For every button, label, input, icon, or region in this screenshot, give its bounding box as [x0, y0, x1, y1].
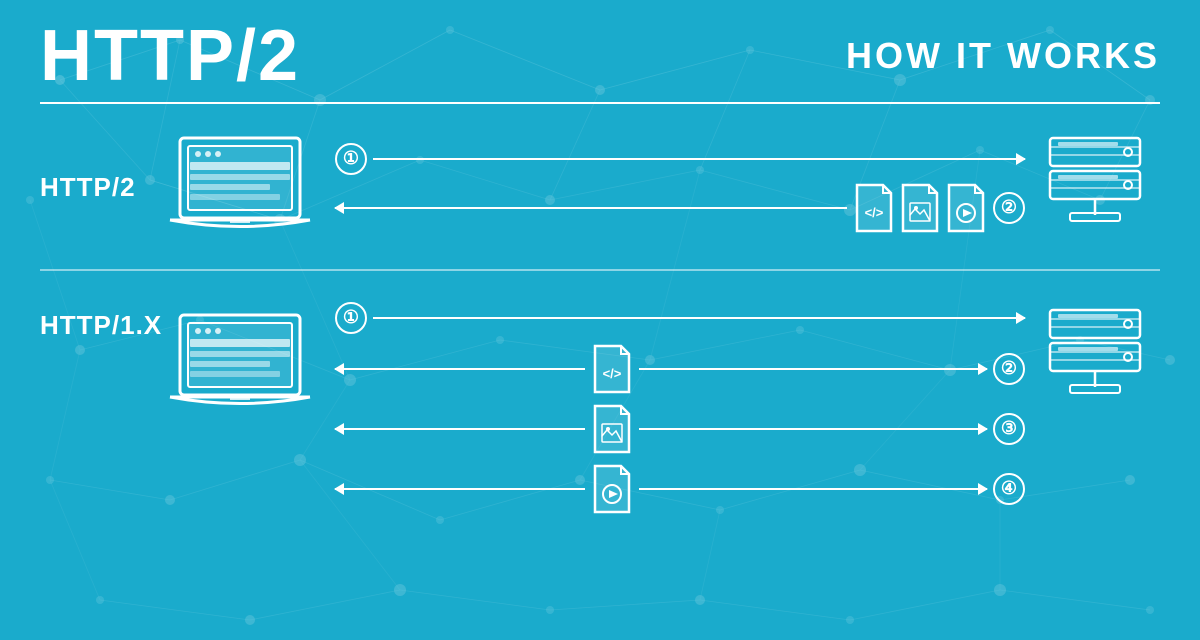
- http2-code-file-icon: </>: [853, 183, 895, 233]
- http1-image-arrow: [335, 428, 585, 430]
- http2-request-row: ①: [335, 143, 1025, 175]
- http1-code-file-icon: </>: [591, 344, 633, 394]
- http1-video-arrow-right: [639, 488, 987, 490]
- http1-video-arrow: [335, 488, 585, 490]
- http1-code-arrow-right: [639, 368, 987, 370]
- http1-image-response-row: ③: [335, 404, 1025, 454]
- http1-section: HTTP/1.X ①: [40, 275, 1160, 535]
- http2-image-file-icon: [899, 183, 941, 233]
- http2-response-arrow: [335, 207, 847, 209]
- http1-arrow-area: ① </> ②: [335, 302, 1025, 514]
- header-divider: [40, 102, 1160, 104]
- http1-code-arrow: [335, 368, 585, 370]
- http2-label: HTTP/2: [40, 172, 160, 203]
- http2-arrow-area: ① </>: [335, 143, 1025, 233]
- http2-section: HTTP/2 ①: [40, 110, 1160, 265]
- svg-text:</>: </>: [865, 205, 884, 220]
- http2-badge-2: ②: [993, 192, 1025, 224]
- section-divider: [40, 269, 1160, 271]
- page: HTTP/2 HOW IT WORKS HTTP/2: [0, 0, 1200, 640]
- http1-badge-1: ①: [335, 302, 367, 334]
- main-title: HTTP/2: [40, 20, 300, 92]
- http2-badge-1: ①: [335, 143, 367, 175]
- http1-image-file-icon: [591, 404, 633, 454]
- http1-badge-3: ③: [993, 413, 1025, 445]
- header: HTTP/2 HOW IT WORKS: [40, 20, 1160, 92]
- http2-laptop-icon: [160, 128, 320, 248]
- http1-laptop-icon: [160, 305, 320, 425]
- http2-server-icon: [1040, 133, 1160, 243]
- http2-video-file-icon: [945, 183, 987, 233]
- http1-code-response-row: </> ②: [335, 344, 1025, 394]
- http1-server-icon: [1040, 305, 1160, 415]
- http1-badge-4: ④: [993, 473, 1025, 505]
- http1-video-response-row: ④: [335, 464, 1025, 514]
- svg-text:</>: </>: [603, 366, 622, 381]
- subtitle: HOW IT WORKS: [846, 35, 1160, 77]
- http2-response-row: </>: [335, 183, 1025, 233]
- http1-label: HTTP/1.X: [40, 290, 160, 341]
- http1-request-row: ①: [335, 302, 1025, 334]
- http1-video-file-icon: [591, 464, 633, 514]
- http1-image-arrow-right: [639, 428, 987, 430]
- http2-files: </>: [853, 183, 987, 233]
- http2-request-arrow: [373, 158, 1025, 160]
- http1-badge-2: ②: [993, 353, 1025, 385]
- http1-request-arrow: [373, 317, 1025, 319]
